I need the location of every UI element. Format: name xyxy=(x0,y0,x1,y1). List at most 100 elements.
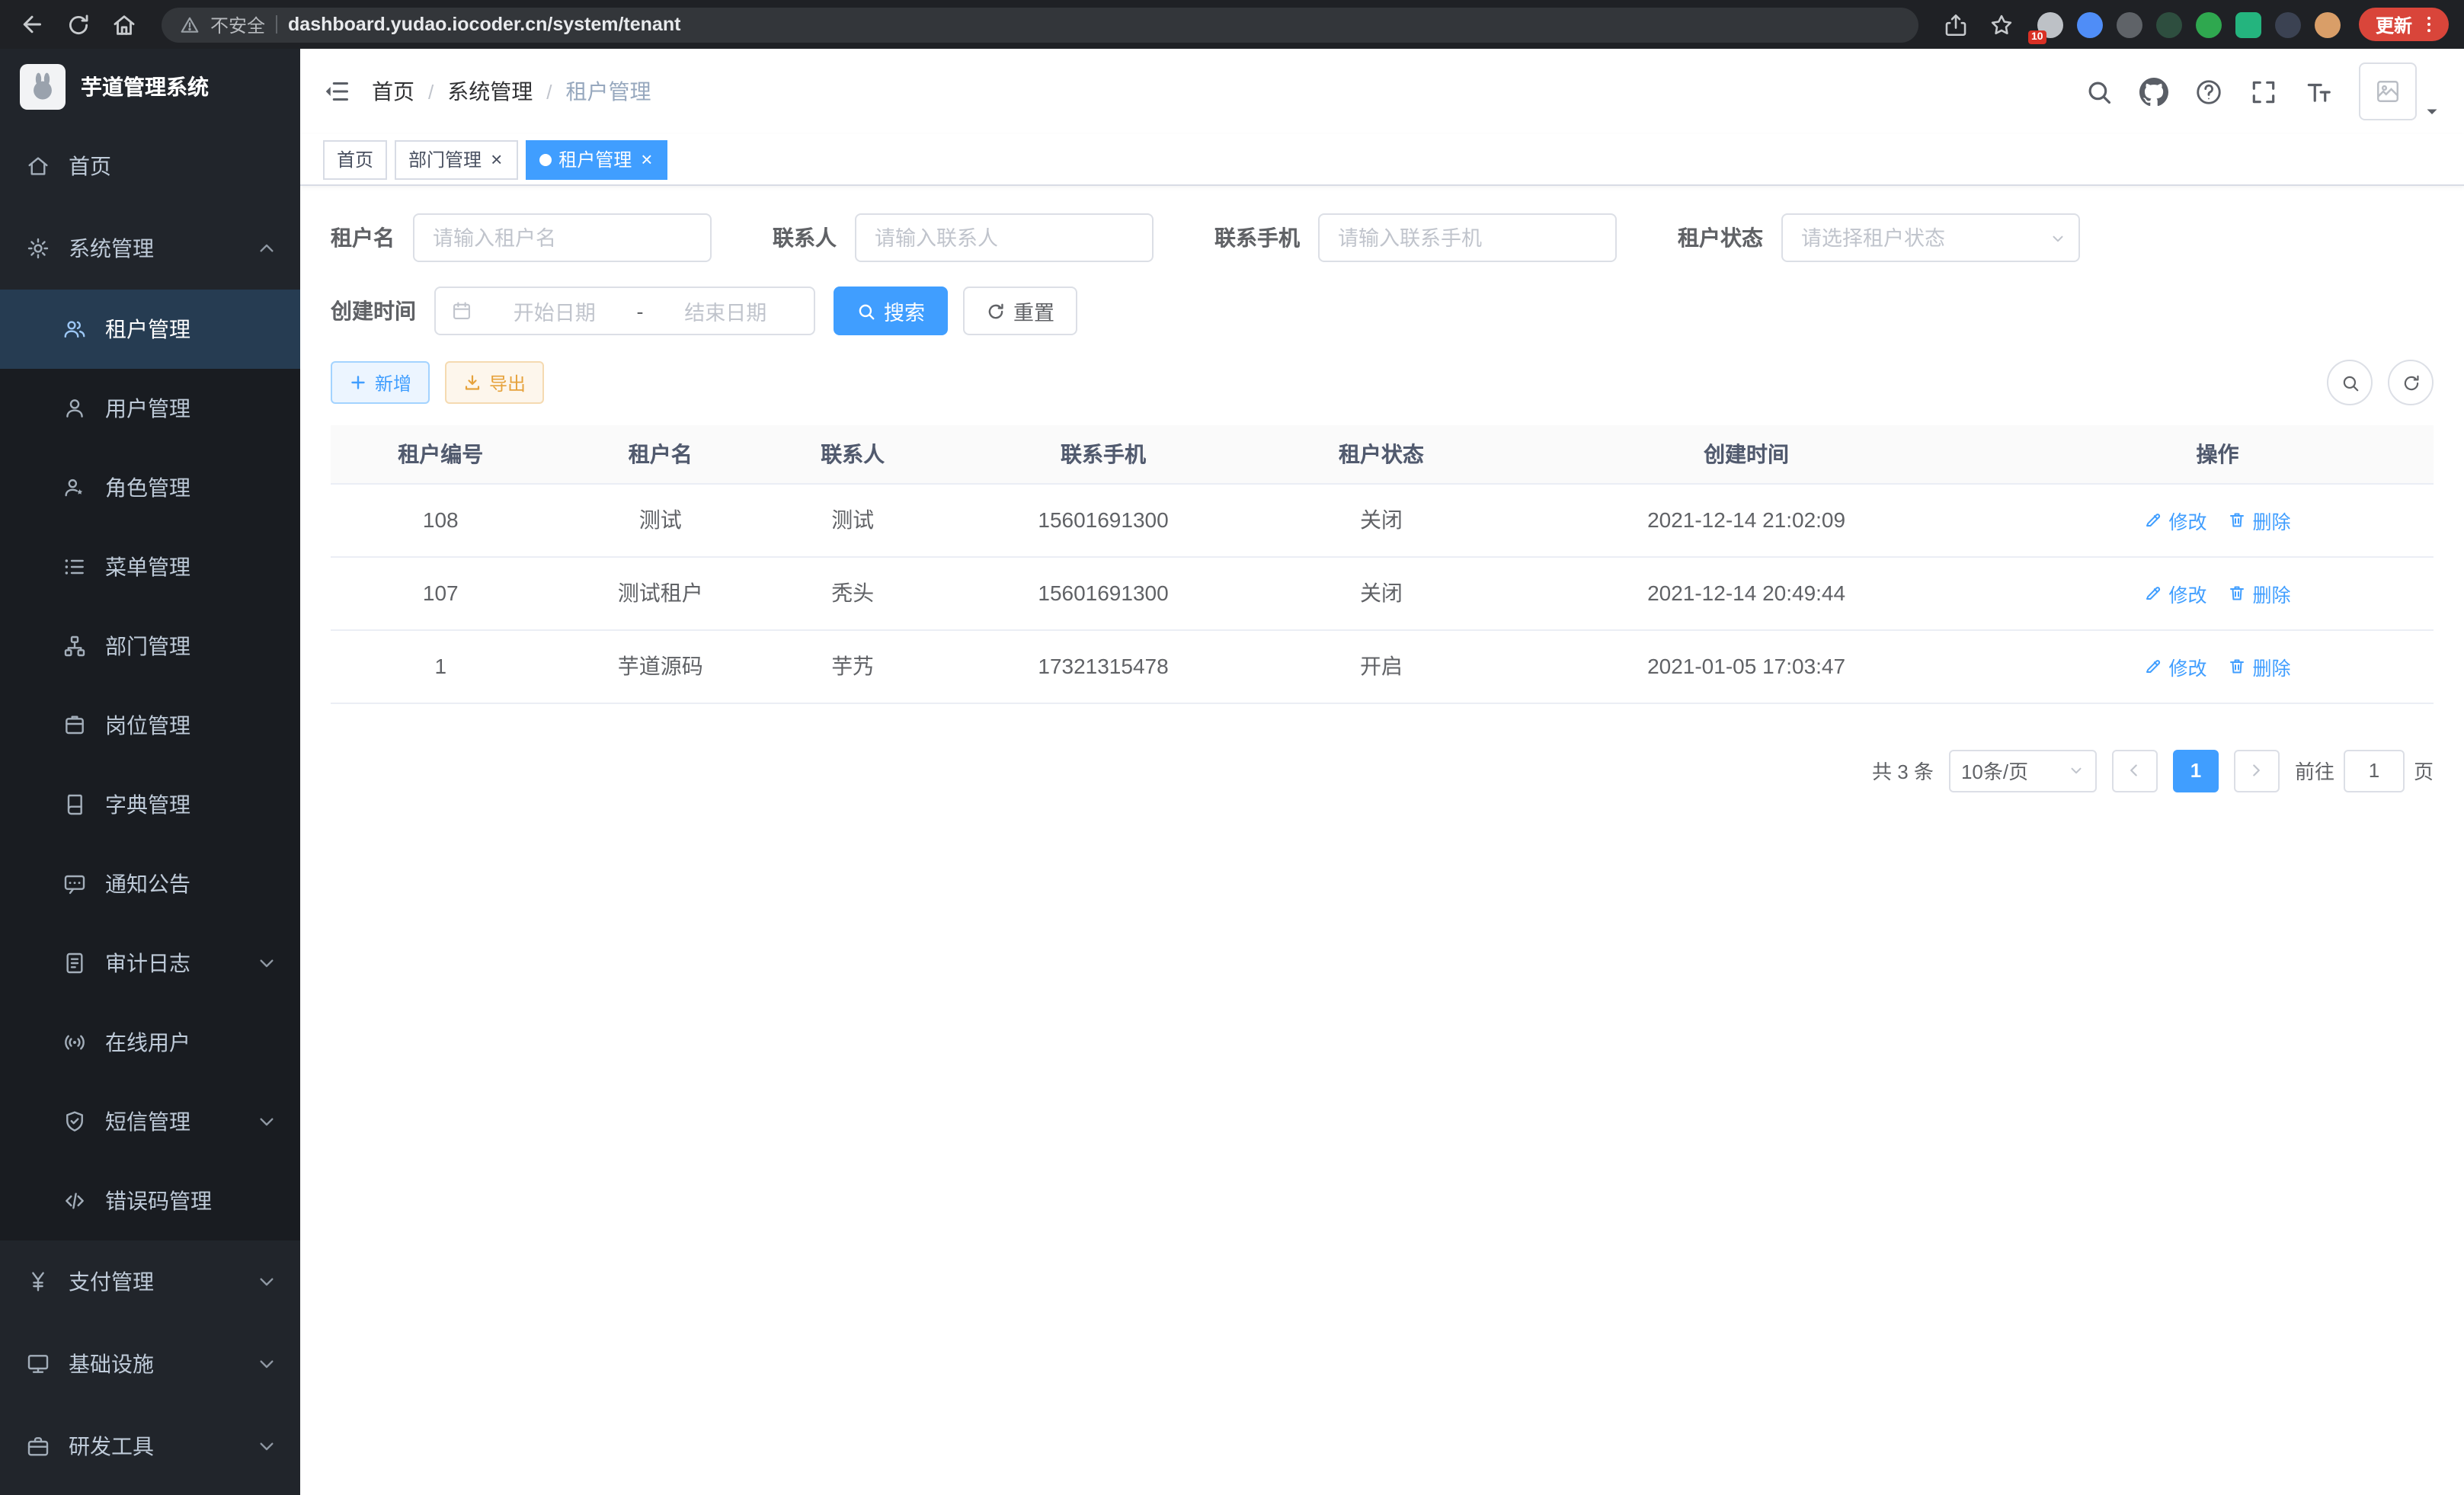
delete-button[interactable]: 删除 xyxy=(2228,505,2290,534)
goto-label: 前往 xyxy=(2295,756,2334,785)
github-icon[interactable] xyxy=(2139,77,2168,106)
logo-image xyxy=(20,64,66,110)
prev-page-button[interactable] xyxy=(2112,749,2158,792)
extension-icon[interactable] xyxy=(2235,11,2261,37)
sidebar-item[interactable]: 系统管理 xyxy=(0,207,300,290)
close-tab-icon[interactable]: × xyxy=(639,149,654,169)
close-tab-icon[interactable]: × xyxy=(489,149,504,169)
chevron-down-icon xyxy=(254,1109,279,1134)
reload-icon[interactable] xyxy=(61,8,94,41)
start-date-placeholder[interactable]: 开始日期 xyxy=(482,296,628,326)
sidebar-item-label: 角色管理 xyxy=(105,472,190,503)
table-cell: 2021-12-14 21:02:09 xyxy=(1491,483,2002,556)
sidebar-item[interactable]: 角色管理 xyxy=(0,448,300,527)
add-button[interactable]: 新增 xyxy=(331,361,430,404)
warning-icon xyxy=(180,14,200,34)
delete-label: 删除 xyxy=(2252,651,2290,680)
delete-button[interactable]: 删除 xyxy=(2228,651,2290,680)
font-size-icon[interactable] xyxy=(2304,77,2333,106)
bookmark-star-icon[interactable] xyxy=(1986,8,2019,41)
home-icon xyxy=(26,154,50,178)
breadcrumb-separator: / xyxy=(546,80,552,103)
search-button[interactable]: 搜索 xyxy=(834,287,948,335)
next-page-button[interactable] xyxy=(2234,749,2280,792)
address-bar[interactable]: 不安全 dashboard.yudao.iocoder.cn/system/te… xyxy=(162,7,1918,42)
edit-button[interactable]: 修改 xyxy=(2144,578,2206,607)
reset-button[interactable]: 重置 xyxy=(963,287,1077,335)
goto-page: 前往 页 xyxy=(2295,749,2434,792)
sidebar-item[interactable]: 租户管理 xyxy=(0,290,300,369)
status-select[interactable] xyxy=(1781,213,2080,262)
extension-icon[interactable] xyxy=(2156,11,2182,37)
breadcrumb-item[interactable]: 首页 xyxy=(372,76,414,107)
back-icon[interactable] xyxy=(15,8,49,41)
sidebar-item[interactable]: 用户管理 xyxy=(0,369,300,448)
browser-profile-avatar[interactable] xyxy=(2315,11,2341,37)
fullscreen-icon[interactable] xyxy=(2249,77,2278,106)
goto-page-input[interactable] xyxy=(2344,749,2405,792)
sidebar-item[interactable]: 支付管理 xyxy=(0,1240,300,1323)
table-cell: 测试租户 xyxy=(551,556,771,629)
sidebar-item[interactable]: 菜单管理 xyxy=(0,527,300,607)
toggle-search-button[interactable] xyxy=(2327,360,2373,405)
delete-button[interactable]: 删除 xyxy=(2228,578,2290,607)
export-button[interactable]: 导出 xyxy=(445,361,544,404)
reset-button-label: 重置 xyxy=(1013,296,1054,326)
sidebar-item[interactable]: 通知公告 xyxy=(0,844,300,924)
active-tab-dot xyxy=(539,153,551,165)
sidebar-item[interactable]: 错误码管理 xyxy=(0,1161,300,1240)
tenant-name-input[interactable] xyxy=(413,213,712,262)
search-icon[interactable] xyxy=(2085,77,2114,106)
browser-home-icon[interactable] xyxy=(107,8,140,41)
extension-icon[interactable] xyxy=(2275,11,2301,37)
app-logo[interactable]: 芋道管理系统 xyxy=(0,49,300,125)
edit-button[interactable]: 修改 xyxy=(2144,651,2206,680)
extension-icon[interactable] xyxy=(2196,11,2222,37)
contact-input[interactable] xyxy=(855,213,1154,262)
sidebar-item-label: 审计日志 xyxy=(105,948,190,978)
tenant-name-label: 租户名 xyxy=(331,222,395,253)
dept-icon xyxy=(62,634,87,658)
refresh-icon xyxy=(986,301,1006,321)
date-range-picker[interactable]: 开始日期 - 结束日期 xyxy=(434,287,815,335)
view-tab[interactable]: 部门管理× xyxy=(395,139,517,179)
mobile-input[interactable] xyxy=(1318,213,1617,262)
chevron-down-icon xyxy=(2068,762,2085,779)
end-date-placeholder[interactable]: 结束日期 xyxy=(653,296,799,326)
main-area: 首页/系统管理/租户管理 首页部门管理×租户管理× 租户名 xyxy=(300,49,2464,1495)
sidebar-item[interactable]: 审计日志 xyxy=(0,924,300,1003)
sidebar-item[interactable]: 短信管理 xyxy=(0,1082,300,1161)
edit-button[interactable]: 修改 xyxy=(2144,505,2206,534)
update-button[interactable]: 更新 xyxy=(2359,8,2449,41)
sidebar-item[interactable]: 首页 xyxy=(0,125,300,207)
sidebar-item[interactable]: 基础设施 xyxy=(0,1323,300,1405)
view-tab[interactable]: 租户管理× xyxy=(525,139,667,179)
page-size-select[interactable]: 10条/页 xyxy=(1949,749,2097,792)
column-header: 租户编号 xyxy=(331,425,551,483)
sidebar-item[interactable]: 部门管理 xyxy=(0,607,300,686)
mobile-label: 联系手机 xyxy=(1214,222,1300,253)
table-cell: 关闭 xyxy=(1272,556,1492,629)
errcode-icon xyxy=(62,1189,87,1213)
share-icon[interactable] xyxy=(1940,8,1973,41)
chevron-down-icon xyxy=(254,1269,279,1294)
extension-icon[interactable]: 10 xyxy=(2037,11,2063,37)
hamburger-icon[interactable] xyxy=(323,78,350,105)
breadcrumb: 首页/系统管理/租户管理 xyxy=(372,76,651,107)
calendar-icon xyxy=(451,300,472,322)
refresh-table-button[interactable] xyxy=(2388,360,2434,405)
tab-label: 首页 xyxy=(337,146,373,172)
sidebar-item-label: 字典管理 xyxy=(105,789,190,820)
extension-icon[interactable] xyxy=(2117,11,2142,37)
sidebar-item[interactable]: 岗位管理 xyxy=(0,686,300,765)
delete-label: 删除 xyxy=(2252,505,2290,534)
sidebar-item[interactable]: 字典管理 xyxy=(0,765,300,844)
view-tab[interactable]: 首页 xyxy=(323,139,387,179)
extension-icon[interactable] xyxy=(2077,11,2103,37)
breadcrumb-item[interactable]: 系统管理 xyxy=(447,76,533,107)
sidebar-item[interactable]: 在线用户 xyxy=(0,1003,300,1082)
current-page[interactable]: 1 xyxy=(2173,749,2219,792)
help-icon[interactable] xyxy=(2194,77,2223,106)
sidebar-item[interactable]: 研发工具 xyxy=(0,1405,300,1487)
user-avatar-menu[interactable] xyxy=(2359,62,2441,120)
